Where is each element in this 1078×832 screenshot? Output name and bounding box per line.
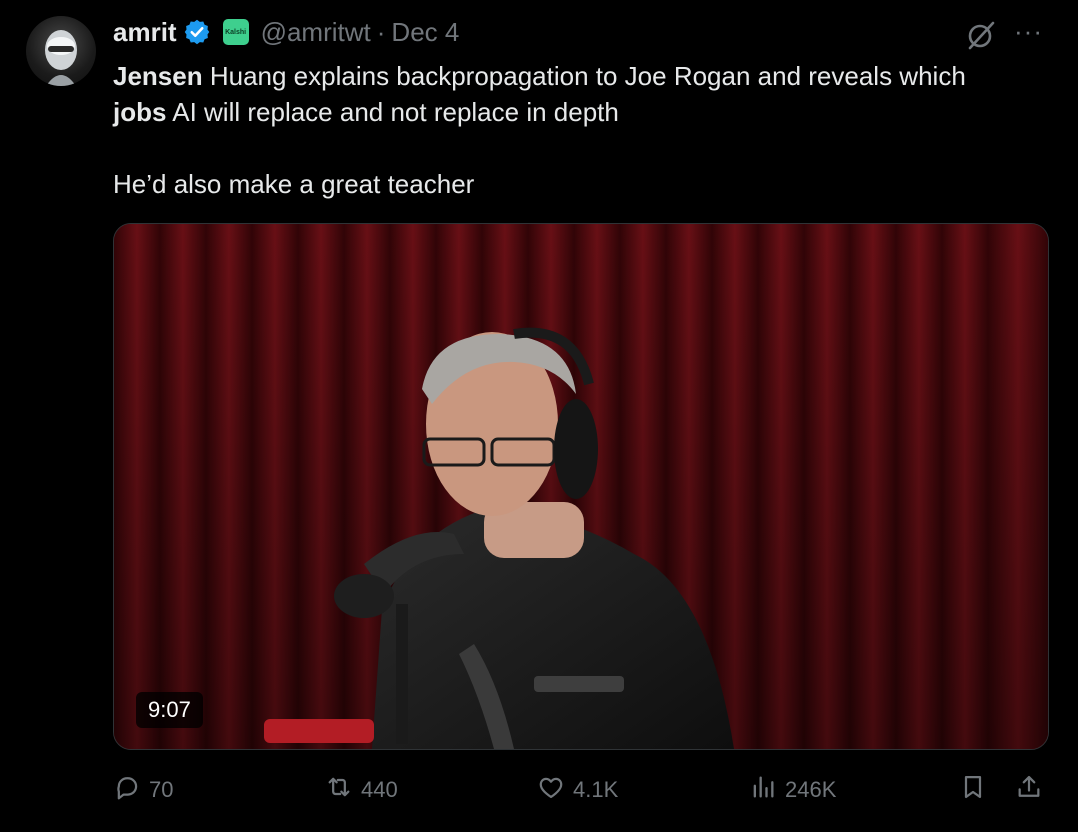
bookmark-button[interactable] — [959, 770, 995, 810]
reply-count: 70 — [149, 777, 174, 802]
video-duration: 9:07 — [136, 692, 203, 728]
affiliate-badge[interactable]: Kalshi — [222, 19, 249, 45]
like-icon — [537, 773, 573, 807]
bookmark-icon — [959, 773, 995, 807]
post-text: Jensen Huang explains backpropagation to… — [113, 58, 1053, 202]
highlight-word: Jensen — [113, 61, 203, 91]
post-line-2-text: AI will replace and not replace in depth — [166, 97, 619, 127]
post-date[interactable]: Dec 4 — [391, 17, 459, 48]
repost-count: 440 — [361, 777, 398, 802]
separator: · — [376, 16, 386, 47]
reply-button[interactable]: 70 — [113, 770, 173, 810]
author-name[interactable]: amrit — [113, 17, 177, 48]
highlight-word: jobs — [113, 97, 167, 127]
post-line-1: Jensen Huang explains backpropagation to… — [113, 58, 1053, 94]
share-button[interactable] — [1015, 770, 1051, 810]
post-line-2: jobs AI will replace and not replace in … — [113, 94, 1053, 130]
tweet[interactable]: amrit Kalshi @amritwt · Dec 4 ··· Jensen… — [0, 0, 1078, 832]
author-handle[interactable]: @amritwt — [261, 17, 371, 48]
like-count: 4.1K — [573, 777, 619, 802]
share-icon — [1015, 773, 1051, 807]
post-line-1-text: Huang explains backpropagation to Joe Ro… — [202, 61, 966, 91]
action-bar: 70 440 4.1K 246K — [113, 770, 1047, 810]
verified-badge-icon — [183, 18, 211, 46]
views-count: 246K — [785, 777, 837, 802]
repost-icon — [325, 773, 361, 807]
views-icon — [749, 773, 785, 807]
reply-icon — [113, 773, 149, 807]
tweet-header: amrit Kalshi @amritwt · Dec 4 — [113, 14, 459, 50]
avatar[interactable] — [26, 16, 96, 86]
like-button[interactable]: 4.1K — [537, 770, 618, 810]
grok-icon[interactable] — [964, 18, 998, 52]
post-line-3: He’d also make a great teacher — [113, 169, 475, 199]
video-player[interactable]: 9:07 — [113, 223, 1049, 750]
repost-button[interactable]: 440 — [325, 770, 398, 810]
more-icon[interactable]: ··· — [1014, 14, 1043, 48]
video-thumbnail — [114, 224, 1048, 749]
views-button[interactable]: 246K — [749, 770, 836, 810]
